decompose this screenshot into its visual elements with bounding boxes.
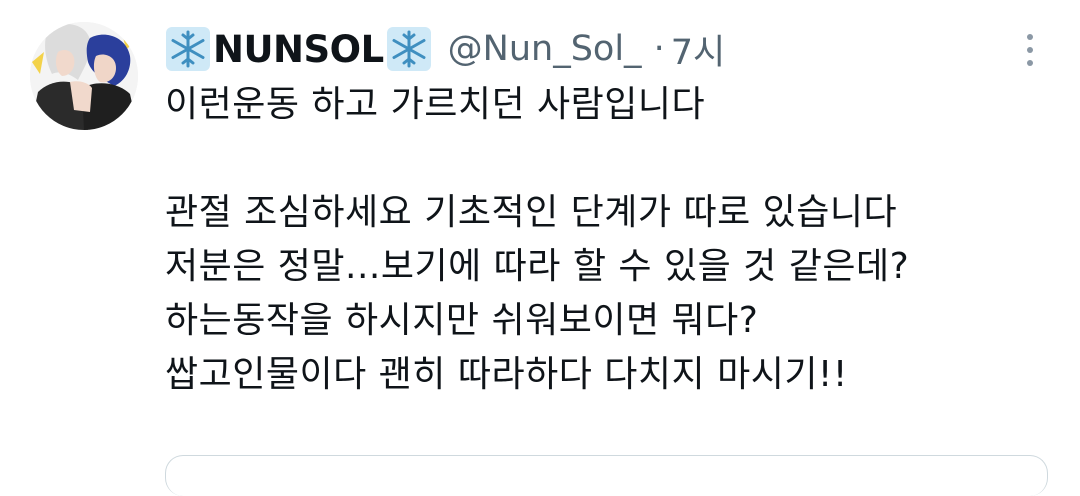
more-options-icon[interactable] (1020, 30, 1040, 70)
tweet-text-line: 저분은 정말...보기에 따라 할 수 있을 것 같은데? (165, 246, 910, 287)
display-name[interactable]: NUNSOL (213, 28, 384, 71)
tweet-text-line: 하는동작을 하시지만 쉬워보이면 뭐다? (165, 300, 759, 341)
tweet-text: 이런운동 하고 가르치던 사람입니다 관절 조심하세요 기초적인 단계가 따로 … (165, 78, 1060, 402)
snowflake-icon (166, 27, 210, 71)
user-handle[interactable]: @Nun_Sol_ (448, 29, 642, 69)
separator-dot: · (653, 29, 665, 69)
tweet-text-line: 관절 조심하세요 기초적인 단계가 따로 있습니다 (165, 192, 898, 233)
tweet-text-line (165, 132, 1060, 186)
avatar-image (30, 22, 138, 130)
tweet-text-line: 쌉고인물이다 괜히 따라하다 다치지 마시기!! (165, 354, 848, 395)
quoted-media-card[interactable] (165, 455, 1048, 496)
timestamp[interactable]: 7시 (671, 24, 725, 75)
snowflake-icon (386, 27, 431, 71)
tweet-text-line: 이런운동 하고 가르치던 사람입니다 (165, 84, 706, 125)
avatar[interactable] (30, 22, 138, 130)
tweet-header: NUNSOL @Nun_Sol_ · 7시 (165, 24, 1020, 74)
